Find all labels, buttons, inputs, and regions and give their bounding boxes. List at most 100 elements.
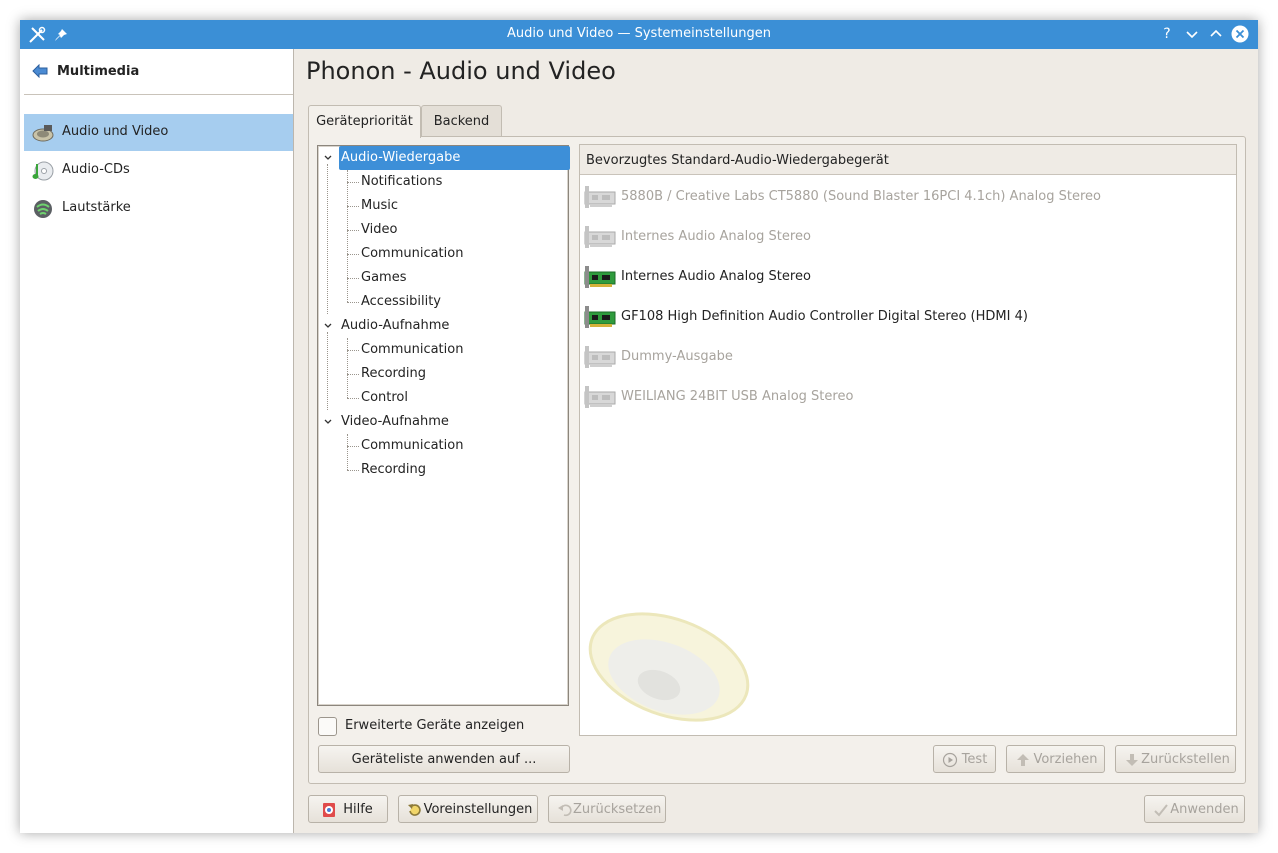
back-arrow-icon[interactable] bbox=[32, 64, 48, 78]
sidebar-item-audio-video[interactable]: Audio und Video bbox=[24, 114, 293, 151]
tree-item-label: Audio-Wiedergabe bbox=[341, 150, 461, 165]
button-label: Voreinstellungen bbox=[423, 802, 533, 817]
help-button[interactable]: Hilfe bbox=[308, 795, 388, 823]
device-label: 5880B / Creative Labs CT5880 (Sound Blas… bbox=[621, 189, 1101, 204]
chevron-down-icon[interactable] bbox=[323, 153, 333, 163]
sidebar-item-volume[interactable]: Lautstärke bbox=[24, 190, 293, 227]
tab-backend[interactable]: Backend bbox=[421, 105, 502, 138]
sidebar-item-label: Audio-CDs bbox=[62, 162, 130, 177]
defer-button[interactable]: Zurückstellen bbox=[1115, 745, 1236, 773]
tree-item-label: Control bbox=[361, 390, 408, 405]
tree-guide bbox=[327, 164, 328, 314]
button-label: Test bbox=[961, 752, 988, 767]
prefer-button[interactable]: Vorziehen bbox=[1006, 745, 1105, 773]
sound-card-icon bbox=[584, 386, 616, 408]
device-label: Dummy-Ausgabe bbox=[621, 349, 733, 364]
tree-guide bbox=[347, 470, 359, 471]
tree-item-label: Recording bbox=[361, 366, 427, 381]
tree-guide bbox=[347, 302, 359, 303]
tab-device-priority[interactable]: Gerätepriorität bbox=[308, 105, 421, 138]
tree-item-label: Accessibility bbox=[361, 294, 441, 309]
speaker-watermark-icon bbox=[588, 612, 750, 722]
sidebar-item-audio-cds[interactable]: Audio-CDs bbox=[24, 152, 293, 189]
sound-card-icon bbox=[584, 266, 616, 288]
sound-card-icon bbox=[584, 306, 616, 328]
sidebar-back-header[interactable]: Multimedia bbox=[24, 49, 293, 95]
test-button[interactable]: Test bbox=[933, 745, 996, 773]
sound-card-icon bbox=[584, 226, 616, 248]
device-label: Internes Audio Analog Stereo bbox=[621, 269, 811, 284]
help-icon[interactable]: ? bbox=[1158, 25, 1176, 43]
tree-guide bbox=[347, 398, 359, 399]
button-label: Hilfe bbox=[343, 802, 373, 817]
sidebar-item-label: Audio und Video bbox=[62, 124, 169, 139]
button-label: Zurückstellen bbox=[1141, 752, 1230, 767]
device-list-header: Bevorzugtes Standard-Audio-Wiedergabeger… bbox=[580, 145, 1236, 175]
tree-guide bbox=[347, 446, 359, 447]
defaults-button[interactable]: Voreinstellungen bbox=[398, 795, 538, 823]
tree-guide bbox=[347, 170, 348, 302]
sidebar: Multimedia Audio und Video Audio-CDs Lau… bbox=[20, 49, 294, 833]
audio-video-icon bbox=[32, 125, 54, 142]
apply-button[interactable]: Anwenden bbox=[1144, 795, 1245, 823]
tree-item-audio-playback[interactable]: Audio-Wiedergabe bbox=[318, 146, 570, 170]
reset-button[interactable]: Zurücksetzen bbox=[548, 795, 666, 823]
show-advanced-checkbox[interactable] bbox=[318, 717, 337, 736]
device-label: GF108 High Definition Audio Controller D… bbox=[621, 309, 1028, 324]
tree-item-label: Audio-Aufnahme bbox=[341, 318, 450, 333]
tree-guide bbox=[347, 278, 359, 279]
device-item[interactable]: WEILIANG 24BIT USB Analog Stereo bbox=[584, 379, 1224, 413]
tree-guide bbox=[347, 374, 359, 375]
tree-item-label: Notifications bbox=[361, 174, 443, 189]
volume-icon bbox=[34, 200, 52, 218]
tree-guide bbox=[347, 182, 359, 183]
chevron-down-icon[interactable] bbox=[323, 321, 333, 331]
device-item[interactable]: Internes Audio Analog Stereo bbox=[584, 259, 1224, 293]
tree-item-label: Games bbox=[361, 270, 407, 285]
tab-label: Gerätepriorität bbox=[316, 114, 413, 129]
show-advanced-label: Erweiterte Geräte anzeigen bbox=[345, 718, 525, 733]
tree-item-label: Communication bbox=[361, 438, 464, 453]
tree-item-label: Communication bbox=[361, 246, 464, 261]
audio-cd-icon bbox=[32, 161, 54, 181]
close-icon[interactable] bbox=[1231, 25, 1249, 43]
sound-card-icon bbox=[584, 346, 616, 368]
device-item[interactable]: 5880B / Creative Labs CT5880 (Sound Blas… bbox=[584, 179, 1224, 213]
tree-item-label: Music bbox=[361, 198, 398, 213]
arrow-up-icon bbox=[1017, 754, 1029, 766]
device-item[interactable]: Dummy-Ausgabe bbox=[584, 339, 1224, 373]
tree-guide bbox=[347, 206, 359, 207]
tree-guide bbox=[347, 230, 359, 231]
minimize-icon[interactable] bbox=[1183, 25, 1201, 43]
tree-guide bbox=[347, 254, 359, 255]
undo-icon bbox=[558, 804, 572, 817]
title-bar[interactable]: Audio und Video — Systemeinstellungen ? bbox=[20, 20, 1258, 49]
sound-card-icon bbox=[584, 186, 616, 208]
sidebar-header-label: Multimedia bbox=[57, 64, 140, 79]
page-title: Phonon - Audio und Video bbox=[306, 57, 616, 85]
apply-device-list-button[interactable]: Geräteliste anwenden auf ... bbox=[318, 745, 570, 773]
device-label: Internes Audio Analog Stereo bbox=[621, 229, 811, 244]
tree-item-label: Video bbox=[361, 222, 398, 237]
tree-guide bbox=[347, 434, 348, 470]
button-label: Geräteliste anwenden auf ... bbox=[351, 752, 537, 767]
device-label: WEILIANG 24BIT USB Analog Stereo bbox=[621, 389, 854, 404]
device-list[interactable]: Bevorzugtes Standard-Audio-Wiedergabeger… bbox=[579, 144, 1237, 736]
arrow-down-icon bbox=[1126, 754, 1138, 766]
settings-window: Audio und Video — Systemeinstellungen ? … bbox=[20, 20, 1258, 833]
tree-guide bbox=[327, 332, 328, 410]
device-item[interactable]: Internes Audio Analog Stereo bbox=[584, 219, 1224, 253]
tree-item-label: Video-Aufnahme bbox=[341, 414, 449, 429]
window-title: Audio und Video — Systemeinstellungen bbox=[506, 26, 772, 41]
device-item[interactable]: GF108 High Definition Audio Controller D… bbox=[584, 299, 1224, 333]
tree-item-label: Recording bbox=[361, 462, 427, 477]
maximize-icon[interactable] bbox=[1207, 25, 1225, 43]
chevron-down-icon[interactable] bbox=[323, 417, 333, 427]
tree-guide bbox=[347, 338, 348, 398]
restore-defaults-icon bbox=[408, 804, 421, 816]
sidebar-item-label: Lautstärke bbox=[62, 200, 131, 215]
tree-item-label: Communication bbox=[361, 342, 464, 357]
checkmark-icon bbox=[1154, 804, 1168, 817]
button-label: Anwenden bbox=[1170, 802, 1239, 817]
category-tree[interactable]: Audio-Wiedergabe Notifications Music Vid… bbox=[317, 145, 570, 706]
